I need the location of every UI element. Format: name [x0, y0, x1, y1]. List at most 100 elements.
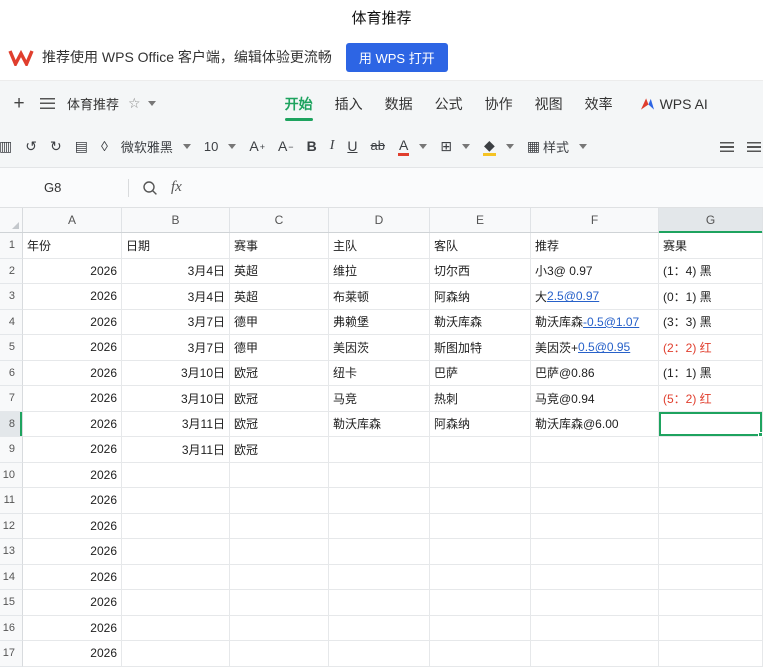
column-header-F[interactable]: F [531, 208, 659, 232]
row-header-12[interactable]: 12 [0, 513, 23, 539]
cell-A8[interactable]: 2026 [23, 411, 122, 437]
row-header-15[interactable]: 15 [0, 590, 23, 616]
cell-D2[interactable]: 维拉 [329, 258, 430, 284]
cell-C17[interactable] [230, 641, 329, 667]
cell-B12[interactable] [122, 513, 230, 539]
borders-button[interactable]: ⊞ [436, 135, 474, 157]
row-header-8[interactable]: 8 [0, 411, 23, 437]
cell-F6[interactable]: 巴萨@0.86 [531, 360, 659, 386]
cell-F11[interactable] [531, 488, 659, 514]
cell-E6[interactable]: 巴萨 [430, 360, 531, 386]
column-header-G[interactable]: G [659, 208, 763, 233]
column-header-D[interactable]: D [329, 208, 430, 232]
cell-F8[interactable]: 勒沃库森@6.00 [531, 411, 659, 437]
cell-G8[interactable] [659, 411, 763, 437]
cell-F16[interactable] [531, 615, 659, 641]
cell-G6[interactable]: (1：1) 黑 [659, 360, 763, 386]
cell-F5[interactable]: 美因茨+ 0.5@0.95 [531, 335, 659, 361]
tab-插入[interactable]: 插入 [324, 81, 374, 126]
cell-B4[interactable]: 3月7日 [122, 309, 230, 335]
cell-name-box[interactable]: G8 [0, 180, 128, 195]
row-header-10[interactable]: 10 [0, 462, 23, 488]
row-header-3[interactable]: 3 [0, 284, 23, 310]
cell-E2[interactable]: 切尔西 [430, 258, 531, 284]
cell-style-button[interactable]: ▦ 样式 [523, 134, 591, 159]
cell-G1[interactable]: 赛果 [659, 233, 763, 259]
cell-F14[interactable] [531, 564, 659, 590]
cell-G13[interactable] [659, 539, 763, 565]
tab-开始[interactable]: 开始 [274, 81, 324, 126]
favorite-star-icon[interactable]: ☆ [128, 95, 141, 112]
cell-A12[interactable]: 2026 [23, 513, 122, 539]
cell-B3[interactable]: 3月4日 [122, 284, 230, 310]
font-increase-button[interactable]: A + [245, 135, 269, 157]
cell-A7[interactable]: 2026 [23, 386, 122, 412]
align-button[interactable] [716, 139, 738, 155]
cell-G11[interactable] [659, 488, 763, 514]
cell-B13[interactable] [122, 539, 230, 565]
cell-C6[interactable]: 欧冠 [230, 360, 329, 386]
cell-A9[interactable]: 2026 [23, 437, 122, 463]
cell-link[interactable]: 2.5@0.97 [547, 289, 599, 303]
row-header-2[interactable]: 2 [0, 258, 23, 284]
cell-F9[interactable] [531, 437, 659, 463]
cell-B6[interactable]: 3月10日 [122, 360, 230, 386]
row-header-7[interactable]: 7 [0, 386, 23, 412]
cell-B5[interactable]: 3月7日 [122, 335, 230, 361]
cell-G4[interactable]: (3：3) 黑 [659, 309, 763, 335]
cell-E17[interactable] [430, 641, 531, 667]
font-decrease-button[interactable]: A − [274, 135, 298, 157]
row-header-5[interactable]: 5 [0, 335, 23, 361]
cell-G5[interactable]: (2：2) 红 [659, 335, 763, 361]
cell-A2[interactable]: 2026 [23, 258, 122, 284]
cell-E7[interactable]: 热刺 [430, 386, 531, 412]
cell-F3[interactable]: 大 2.5@0.97 [531, 284, 659, 310]
cell-C12[interactable] [230, 513, 329, 539]
italic-button[interactable]: I [326, 135, 339, 157]
cell-C9[interactable]: 欧冠 [230, 437, 329, 463]
cell-F7[interactable]: 马竞@0.94 [531, 386, 659, 412]
cell-C14[interactable] [230, 564, 329, 590]
cell-G7[interactable]: (5：2) 红 [659, 386, 763, 412]
select-all-corner[interactable] [0, 208, 23, 232]
cell-B17[interactable] [122, 641, 230, 667]
cell-A14[interactable]: 2026 [23, 564, 122, 590]
fill-color-button[interactable]: ◆ [479, 134, 518, 159]
cell-A15[interactable]: 2026 [23, 590, 122, 616]
row-header-17[interactable]: 17 [0, 641, 23, 667]
selection-fill-handle[interactable] [758, 432, 763, 437]
cell-G10[interactable] [659, 462, 763, 488]
cell-E9[interactable] [430, 437, 531, 463]
cell-D13[interactable] [329, 539, 430, 565]
font-size-select[interactable]: 10 [200, 136, 240, 157]
cell-C10[interactable] [230, 462, 329, 488]
insert-function-button[interactable]: fx [171, 179, 182, 196]
cell-G17[interactable] [659, 641, 763, 667]
cell-F4[interactable]: 勒沃库森 -0.5@1.07 [531, 309, 659, 335]
search-icon[interactable] [142, 180, 158, 196]
cell-F15[interactable] [531, 590, 659, 616]
tab-公式[interactable]: 公式 [424, 81, 474, 126]
cell-F1[interactable]: 推荐 [531, 233, 659, 259]
cell-E15[interactable] [430, 590, 531, 616]
cell-E12[interactable] [430, 513, 531, 539]
document-name[interactable]: 体育推荐 [67, 94, 119, 113]
cell-D17[interactable] [329, 641, 430, 667]
cell-link[interactable]: 0.5@0.95 [578, 340, 630, 354]
cell-E11[interactable] [430, 488, 531, 514]
cell-C13[interactable] [230, 539, 329, 565]
cell-E1[interactable]: 客队 [430, 233, 531, 259]
cell-D15[interactable] [329, 590, 430, 616]
cell-C3[interactable]: 英超 [230, 284, 329, 310]
cell-G9[interactable] [659, 437, 763, 463]
cell-G3[interactable]: (0：1) 黑 [659, 284, 763, 310]
cell-A4[interactable]: 2026 [23, 309, 122, 335]
cell-G2[interactable]: (1：4) 黑 [659, 258, 763, 284]
row-header-9[interactable]: 9 [0, 437, 23, 463]
row-header-1[interactable]: 1 [0, 233, 23, 259]
cell-B9[interactable]: 3月11日 [122, 437, 230, 463]
align-more-button[interactable] [743, 139, 763, 155]
cell-C5[interactable]: 德甲 [230, 335, 329, 361]
cell-E3[interactable]: 阿森纳 [430, 284, 531, 310]
row-header-4[interactable]: 4 [0, 309, 23, 335]
